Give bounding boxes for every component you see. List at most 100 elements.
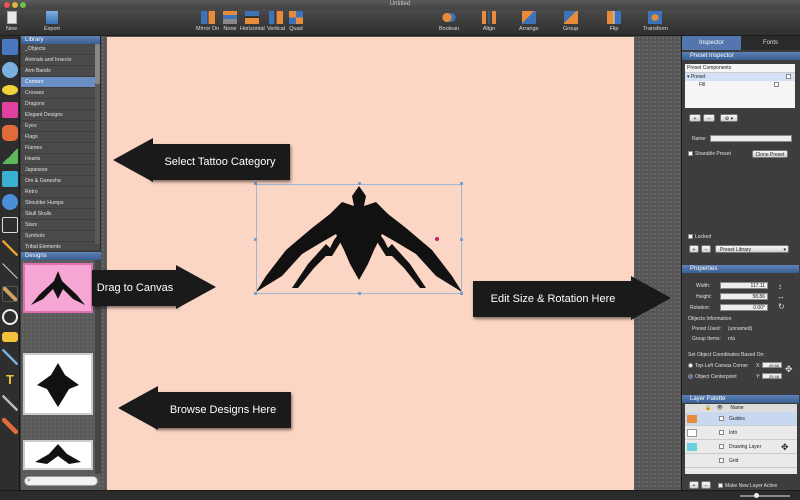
library-item[interactable]: Corners [21,77,100,88]
library-scrollbar[interactable] [95,44,100,244]
library-item[interactable]: Dragons [21,99,100,110]
height-field[interactable]: 58.86 [720,293,768,300]
resize-handle[interactable] [358,182,361,185]
mirror-horizontal-button[interactable]: Horizontal [240,11,265,32]
zoom-slider[interactable] [740,493,790,498]
make-active-checkbox[interactable] [718,483,723,489]
component-fill-checkbox[interactable] [774,82,779,87]
layer-row-guides[interactable]: Guides [685,412,797,426]
library-item[interactable]: Shoulder Humps [21,198,100,209]
clone-preset-button[interactable]: Clone Preset [752,150,788,158]
ellipse-icon[interactable] [2,85,18,95]
top-left-radio[interactable]: Top-Left Canvas Corner [688,363,748,369]
resize-handle[interactable] [460,182,463,185]
resize-handle[interactable] [254,292,257,295]
zoom-icon[interactable] [2,62,18,78]
library-item[interactable]: Hearts [21,154,100,165]
polygon-icon[interactable] [2,194,18,210]
layer-visible-checkbox[interactable] [719,444,724,449]
library-item[interactable]: Flags [21,132,100,143]
component-preset-row[interactable]: ▾ Preset [685,73,795,81]
radio-top-left[interactable] [688,363,693,369]
mirror-on-button[interactable]: Mirror On [196,11,219,32]
library-item[interactable]: Symbols [21,231,100,242]
group-button[interactable]: Group [563,11,578,32]
square-icon[interactable] [2,171,18,187]
library-item[interactable]: Om & Ganesha [21,176,100,187]
locked-toggle[interactable]: Locked [688,234,711,240]
gear-menu-button[interactable]: ⚙ ▾ [720,114,738,122]
design-thumbnail[interactable] [23,353,93,415]
layer-row-info[interactable]: Info [685,426,797,440]
x-coordinate-field[interactable]: 49.88 [762,362,782,368]
centerpoint-radio[interactable]: Object Centerpoint [688,374,737,380]
remove-preset-button[interactable]: – [701,245,711,253]
layer-visible-checkbox[interactable] [719,430,724,435]
bezier-icon[interactable] [2,349,18,365]
library-scroll-thumb[interactable] [95,44,100,84]
rotate-icon[interactable]: ↻ [778,302,785,311]
zoom-slider-thumb[interactable] [754,493,759,498]
add-layer-button[interactable]: + [689,481,699,489]
boolean-button[interactable]: Boolean [439,11,459,32]
select-arrow-icon[interactable] [2,39,18,55]
library-item[interactable]: Skull Skulls [21,209,100,220]
zoom-window-button[interactable] [20,2,26,8]
library-item[interactable]: Crosses [21,88,100,99]
transform-button[interactable]: Transform [643,11,668,32]
close-window-button[interactable] [4,2,10,8]
tab-inspector[interactable]: Inspector [682,36,741,50]
preset-name-field[interactable] [710,135,792,142]
resize-handle[interactable] [254,182,257,185]
mirror-vertical-button[interactable]: Vertical [267,11,285,32]
width-field[interactable]: 117.11 [720,282,768,289]
text-icon[interactable]: T [2,372,18,388]
mirror-quad-button[interactable]: Quad [289,11,303,32]
circle-icon[interactable] [2,309,18,325]
library-item[interactable]: Animals and Insects [21,55,100,66]
pencil-icon[interactable] [2,286,18,302]
layer-visible-checkbox[interactable] [719,458,724,463]
add-component-button[interactable]: + [689,114,701,122]
speech-bubble-icon[interactable] [2,332,18,342]
mirror-none-button[interactable]: None [223,11,237,32]
add-preset-button[interactable]: + [689,245,699,253]
designs-search-input[interactable]: ⌕ [24,476,98,486]
magic-wand-icon[interactable] [2,395,18,411]
make-new-layer-active-toggle[interactable]: Make New Layer Active [718,483,777,489]
library-item[interactable]: Arm Bands [21,66,100,77]
library-item[interactable]: Flames [21,143,100,154]
move-icon[interactable]: ✥ [785,364,793,375]
library-item[interactable]: Japanese [21,165,100,176]
remove-component-button[interactable]: – [703,114,715,122]
minimize-window-button[interactable] [12,2,18,8]
move-layer-icon[interactable]: ✥ [781,440,789,454]
resize-handle[interactable] [254,238,257,241]
align-button[interactable]: Align [482,11,496,32]
rectangle-icon[interactable] [2,102,18,118]
component-fill-row[interactable]: Fill [685,81,795,89]
library-item[interactable]: Retro [21,187,100,198]
library-item[interactable]: Eyes [21,121,100,132]
library-item[interactable]: Elegant Designs [21,110,100,121]
triangle-icon[interactable] [2,148,18,164]
resize-handle[interactable] [460,292,463,295]
flip-button[interactable]: Flip [607,11,621,32]
sharable-preset-toggle[interactable]: Sharable Preset [688,151,731,157]
curve-icon[interactable] [2,240,18,256]
resize-handle[interactable] [460,238,463,241]
export-button[interactable]: Export [44,11,60,32]
sharable-checkbox[interactable] [688,151,693,157]
preset-library-select[interactable]: Preset Library ▾ [715,245,789,253]
rotation-field[interactable]: 0.00° [720,304,768,311]
arrange-button[interactable]: Arrange [519,11,539,32]
layer-visible-checkbox[interactable] [719,416,724,421]
y-coordinate-field[interactable]: 25.48 [762,373,782,379]
component-preset-checkbox[interactable] [786,74,791,79]
tab-fonts[interactable]: Fonts [741,36,800,50]
layer-row-drawing[interactable]: Drawing Layer ✥ [685,440,797,454]
resize-handle[interactable] [358,292,361,295]
design-thumbnail-selected[interactable] [23,263,93,313]
line-icon[interactable] [2,263,18,279]
rounded-rect-icon[interactable] [2,125,18,141]
